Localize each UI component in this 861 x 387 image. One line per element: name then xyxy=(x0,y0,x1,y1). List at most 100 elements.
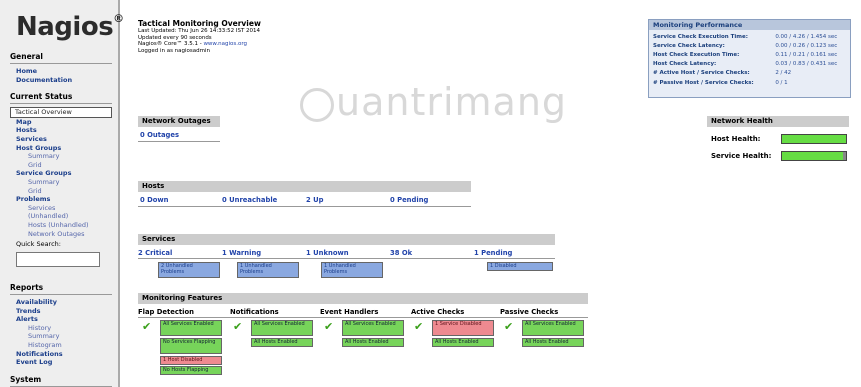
services-ok-link[interactable]: 38 Ok xyxy=(390,249,412,257)
nav-home-link[interactable]: Home xyxy=(10,67,112,76)
divider xyxy=(138,258,555,259)
active-services-disabled-box[interactable]: 1 Service Disabled xyxy=(432,320,494,336)
overview-header: Tactical Monitoring Overview Last Update… xyxy=(138,19,261,54)
nav-network-outages-link[interactable]: Network Outages xyxy=(10,230,112,239)
host-health-bar xyxy=(781,134,847,144)
nav-availability-link[interactable]: Availability xyxy=(10,298,112,307)
event-services-box[interactable]: All Services Enabled xyxy=(342,320,404,336)
nav-services-link[interactable]: Services xyxy=(10,135,112,144)
watermark: uantrimang xyxy=(300,80,567,124)
service-health-label: Service Health: xyxy=(711,152,772,160)
nav-problems-unhandled-link[interactable]: (Unhandled) xyxy=(10,212,112,221)
last-updated-text: Last Updated: Thu Jun 26 14:33:52 IST 20… xyxy=(138,28,261,34)
nav-section-reports: Reports xyxy=(10,283,112,296)
hosts-up-link[interactable]: 2 Up xyxy=(306,196,323,204)
unknown-unhandled-box[interactable]: 1 Unhandled Problems xyxy=(321,262,383,278)
passive-checks-heading: Passive Checks xyxy=(500,308,559,316)
hosts-pending-link[interactable]: 0 Pending xyxy=(390,196,428,204)
network-health-title: Network Health xyxy=(707,116,849,127)
service-health-bar xyxy=(781,151,847,161)
services-unknown-link[interactable]: 1 Unknown xyxy=(306,249,349,257)
network-health-panel: Network Health Host Health: Service Heal… xyxy=(707,116,849,166)
event-handlers-heading: Event Handlers xyxy=(320,308,379,316)
nav-trends-link[interactable]: Trends xyxy=(10,307,112,316)
notifications-heading: Notifications xyxy=(230,308,279,316)
nav-alerts-histogram-link[interactable]: Histogram xyxy=(10,341,112,350)
table-row: Service Check Execution Time: 0.00 / 4.26… xyxy=(653,33,838,40)
hosts-header: Hosts xyxy=(138,181,471,192)
divider xyxy=(138,141,220,142)
nav-map-link[interactable]: Map xyxy=(10,118,112,127)
passive-hosts-box[interactable]: All Hosts Enabled xyxy=(522,338,584,347)
flap-services-flapping-box[interactable]: No Services Flapping xyxy=(160,338,222,354)
notif-hosts-box[interactable]: All Hosts Enabled xyxy=(251,338,313,347)
table-row: Service Check Latency: 0.00 / 0.26 / 0.12… xyxy=(653,42,838,49)
nav-notifications-link[interactable]: Notifications xyxy=(10,350,112,359)
table-row: Host Check Execution Time: 0.11 / 0.21 / … xyxy=(653,51,838,58)
enabled-check-icon: ✔ xyxy=(504,320,514,333)
event-hosts-box[interactable]: All Hosts Enabled xyxy=(342,338,404,347)
nav-section-system: System xyxy=(10,375,112,387)
version-text: Nagios® Core™ 3.5.1 - www.nagios.org xyxy=(138,41,248,48)
network-outages-header: Network Outages xyxy=(138,116,220,127)
nav-section-general: General xyxy=(10,52,112,64)
quick-search-input[interactable] xyxy=(16,252,100,268)
monitoring-performance-panel: Monitoring Performance Service Check Exe… xyxy=(648,19,851,98)
page-title: Tactical Monitoring Overview xyxy=(138,19,261,28)
critical-unhandled-box[interactable]: 2 Unhandled Problems xyxy=(158,262,220,278)
flap-detection-heading: Flap Detection xyxy=(138,308,195,316)
nagios-website-link[interactable]: www.nagios.org xyxy=(203,41,247,47)
flap-hosts-disabled-box[interactable]: 1 Host Disabled xyxy=(160,356,222,365)
hosts-unreachable-link[interactable]: 0 Unreachable xyxy=(222,196,277,204)
lightbulb-icon xyxy=(300,87,334,122)
table-row: # Passive Host / Service Checks: 0 / 1 xyxy=(653,79,788,86)
monitoring-performance-title: Monitoring Performance xyxy=(649,20,850,30)
enabled-check-icon: ✔ xyxy=(233,320,243,333)
active-checks-heading: Active Checks xyxy=(411,308,465,316)
services-warning-link[interactable]: 1 Warning xyxy=(222,249,261,257)
nav-problems-link[interactable]: Problems xyxy=(10,195,112,204)
pending-disabled-box[interactable]: 1 Disabled xyxy=(487,262,553,271)
divider xyxy=(138,206,471,207)
passive-services-box[interactable]: All Services Enabled xyxy=(522,320,584,336)
flap-hosts-flapping-box[interactable]: No Hosts Flapping xyxy=(160,366,222,375)
nav-alerts-history-link[interactable]: History xyxy=(10,324,112,333)
nav-documentation-link[interactable]: Documentation xyxy=(10,76,112,85)
nav-service-groups-summary-link[interactable]: Summary xyxy=(10,178,112,187)
table-row: Host Check Latency: 0.03 / 0.83 / 0.431 s… xyxy=(653,61,838,68)
nagios-logo[interactable]: Nagios® xyxy=(16,12,124,42)
sidebar-nav: Nagios® General Home Documentation Curre… xyxy=(0,0,124,387)
nav-problems-services-link[interactable]: Services xyxy=(10,204,112,213)
nav-host-groups-link[interactable]: Host Groups xyxy=(10,144,112,153)
nav-host-groups-summary-link[interactable]: Summary xyxy=(10,152,112,161)
nav-alerts-link[interactable]: Alerts xyxy=(10,315,112,324)
nav-problems-hosts-unhandled-link[interactable]: Hosts (Unhandled) xyxy=(10,221,112,230)
services-header: Services xyxy=(138,234,555,245)
hosts-down-link[interactable]: 0 Down xyxy=(140,196,169,204)
nav-tactical-overview-link[interactable]: Tactical Overview xyxy=(10,107,112,118)
enabled-check-icon: ✔ xyxy=(414,320,424,333)
table-row: # Active Host / Service Checks: 2 / 42 xyxy=(653,70,792,77)
logged-in-text: Logged in as nagiosadmin xyxy=(138,47,211,54)
nav-event-log-link[interactable]: Event Log xyxy=(10,358,112,367)
nav-service-groups-link[interactable]: Service Groups xyxy=(10,169,112,178)
warning-unhandled-box[interactable]: 1 Unhandled Problems xyxy=(237,262,299,278)
flap-services-box[interactable]: All Services Enabled xyxy=(160,320,222,336)
monitoring-features-header: Monitoring Features xyxy=(138,293,588,304)
host-health-label: Host Health: xyxy=(711,135,761,143)
active-hosts-box[interactable]: All Hosts Enabled xyxy=(432,338,494,347)
notif-services-box[interactable]: All Services Enabled xyxy=(251,320,313,336)
services-pending-link[interactable]: 1 Pending xyxy=(474,249,512,257)
services-critical-link[interactable]: 2 Critical xyxy=(138,249,172,257)
quick-search-label: Quick Search: xyxy=(16,240,61,249)
divider xyxy=(138,317,588,318)
nav-alerts-summary-link[interactable]: Summary xyxy=(10,332,112,341)
enabled-check-icon: ✔ xyxy=(142,320,152,333)
outages-link[interactable]: 0 Outages xyxy=(140,131,179,139)
nav-section-current-status: Current Status xyxy=(10,92,112,105)
enabled-check-icon: ✔ xyxy=(324,320,334,333)
performance-table: Service Check Execution Time: 0.00 / 4.26… xyxy=(649,32,850,87)
nav-hosts-link[interactable]: Hosts xyxy=(10,126,112,135)
nav-service-groups-grid-link[interactable]: Grid xyxy=(10,187,112,196)
nav-host-groups-grid-link[interactable]: Grid xyxy=(10,161,112,170)
